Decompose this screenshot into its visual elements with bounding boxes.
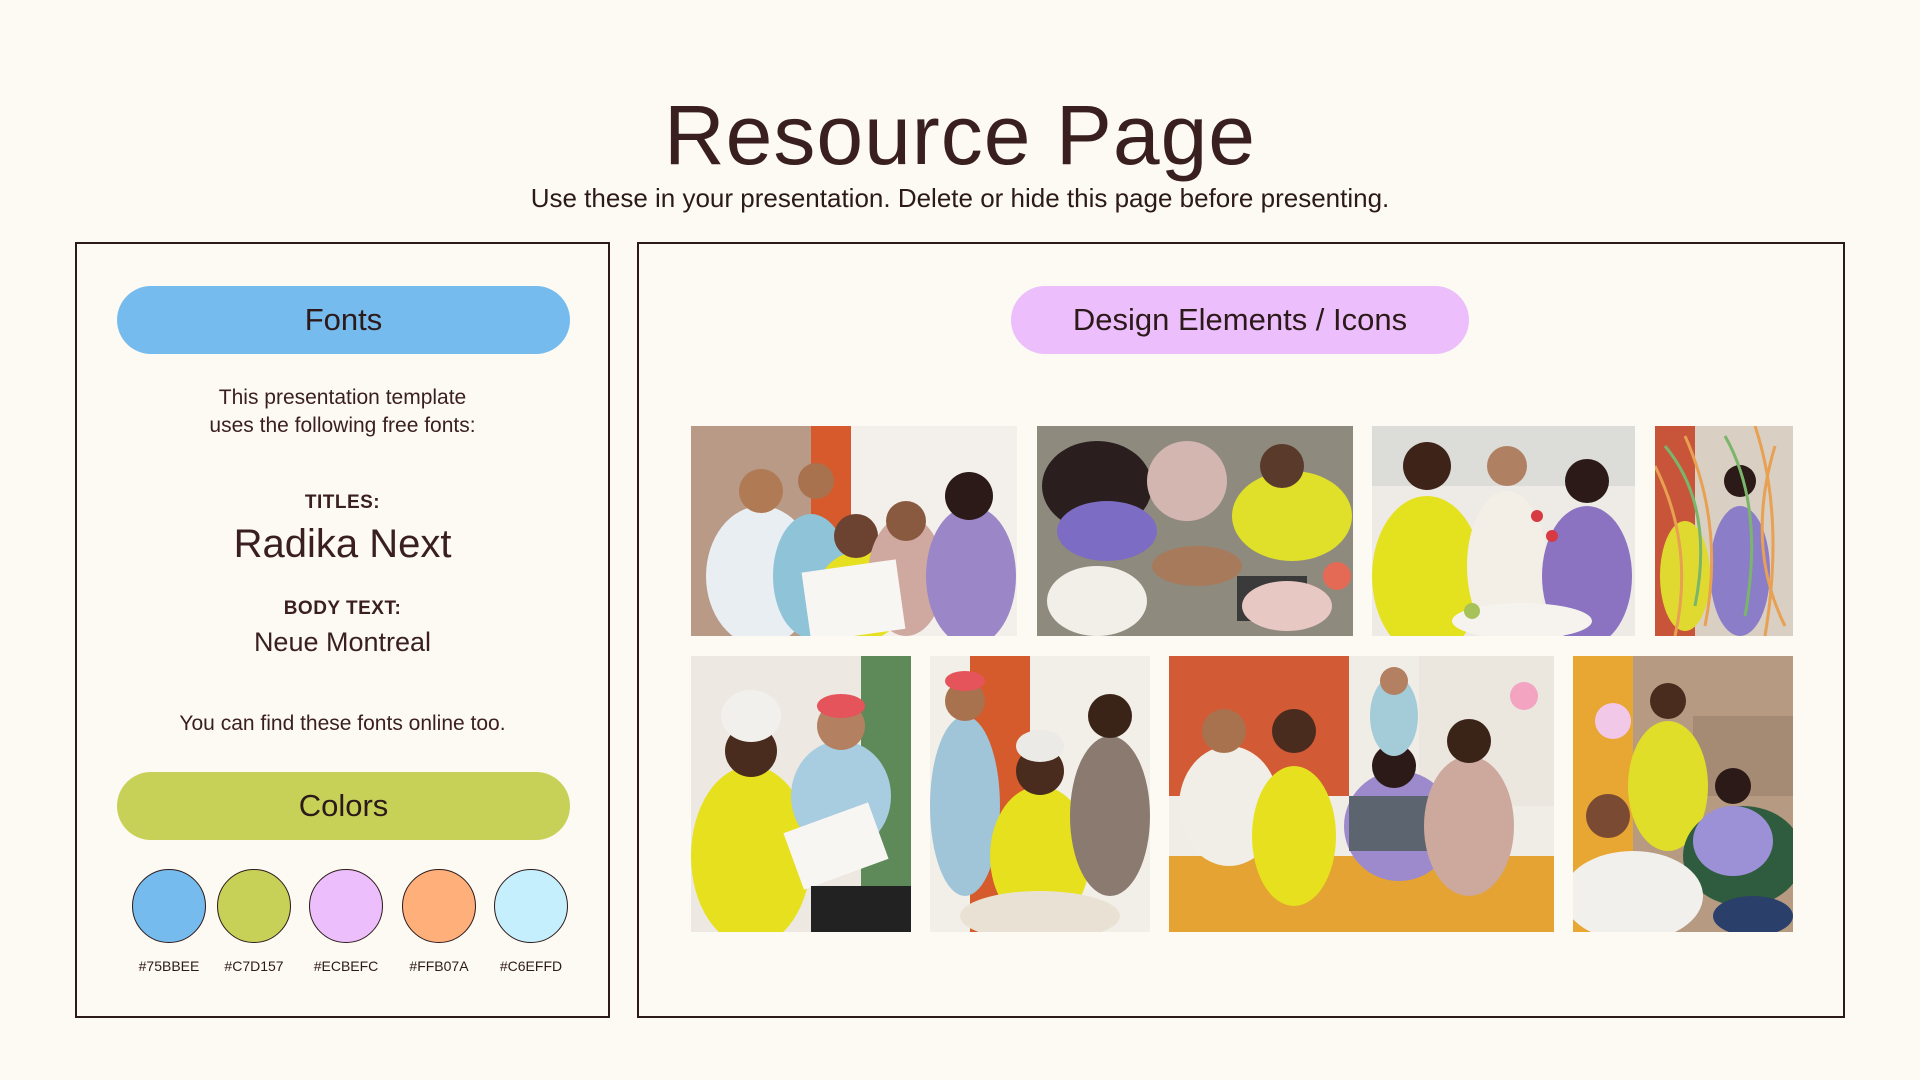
titles-label: TITLES: xyxy=(304,492,381,513)
page-title: Resource Page xyxy=(663,88,1257,182)
photo-team-hands-together xyxy=(1037,426,1353,636)
color-swatch-1 xyxy=(132,869,206,943)
fonts-header-label: Fonts xyxy=(304,302,383,337)
body-text-label: BODY TEXT: xyxy=(283,598,402,619)
design-elements-panel: Design Elements / Icons xyxy=(637,242,1845,1018)
photo-toasting-drinks xyxy=(1372,426,1635,636)
design-elements-header-label: Design Elements / Icons xyxy=(1072,302,1408,337)
color-swatch-label-2: #C7D157 xyxy=(224,958,284,974)
resource-page: Resource Page Use these in your presenta… xyxy=(0,0,1920,1080)
color-swatch-2 xyxy=(217,869,291,943)
fonts-intro-line-1: This presentation template xyxy=(218,386,467,409)
colors-header-label: Colors xyxy=(298,788,389,823)
find-fonts-text: You can find these fonts online too. xyxy=(179,712,506,735)
photo-group-reading-paper xyxy=(691,426,1017,636)
photo-trio-at-table xyxy=(930,656,1150,932)
photo-group-on-sofa-laptop xyxy=(1169,656,1554,932)
fonts-colors-panel: Fonts This presentation template uses th… xyxy=(75,242,610,1018)
page-subtitle: Use these in your presentation. Delete o… xyxy=(530,183,1390,213)
color-swatch-label-4: #FFB07A xyxy=(409,958,469,974)
color-swatch-label-5: #C6EFFD xyxy=(499,958,563,974)
photo-pair-reviewing-documents xyxy=(691,656,911,932)
fonts-header-pill: Fonts xyxy=(117,286,570,354)
colors-header-pill: Colors xyxy=(117,772,570,840)
color-swatch-4 xyxy=(402,869,476,943)
photo-conversation-lounge xyxy=(1573,656,1793,932)
color-swatch-label-3: #ECBEFC xyxy=(313,958,379,974)
design-elements-header-pill: Design Elements / Icons xyxy=(1011,286,1469,354)
photo-streamers-celebration xyxy=(1655,426,1793,636)
fonts-intro-line-2: uses the following free fonts: xyxy=(209,414,476,437)
body-font-name: Neue Montreal xyxy=(253,627,432,657)
color-swatch-5 xyxy=(494,869,568,943)
color-swatch-3 xyxy=(309,869,383,943)
fonts-intro-text: This presentation template uses the foll… xyxy=(77,384,608,440)
titles-font-name: Radika Next xyxy=(233,522,452,566)
